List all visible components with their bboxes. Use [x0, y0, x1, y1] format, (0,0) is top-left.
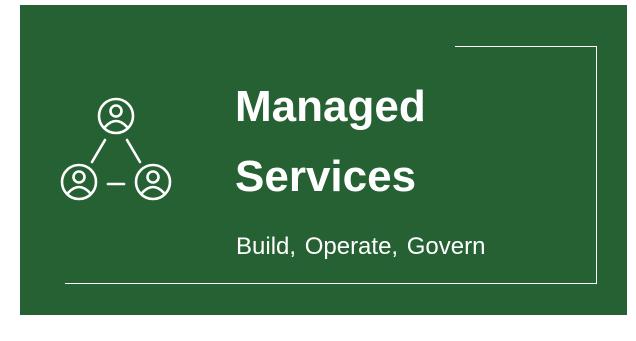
user-icon-top [97, 97, 135, 135]
frame-line-top [455, 46, 597, 47]
banner-subtitle: Build, Operate, Govern [236, 233, 486, 260]
user-icon-left [60, 163, 98, 201]
frame-line-right [596, 46, 597, 284]
user-icon-right [134, 163, 172, 201]
frame-line-bottom [65, 283, 597, 284]
title-line-2: Services [235, 152, 417, 201]
connector-left [90, 138, 107, 164]
banner-title: Managed Services [235, 82, 426, 202]
user-network-icon [60, 96, 172, 208]
connector-right [125, 138, 142, 164]
title-line-1: Managed [235, 82, 426, 131]
managed-services-banner: Managed Services Build, Operate, Govern [20, 5, 627, 315]
